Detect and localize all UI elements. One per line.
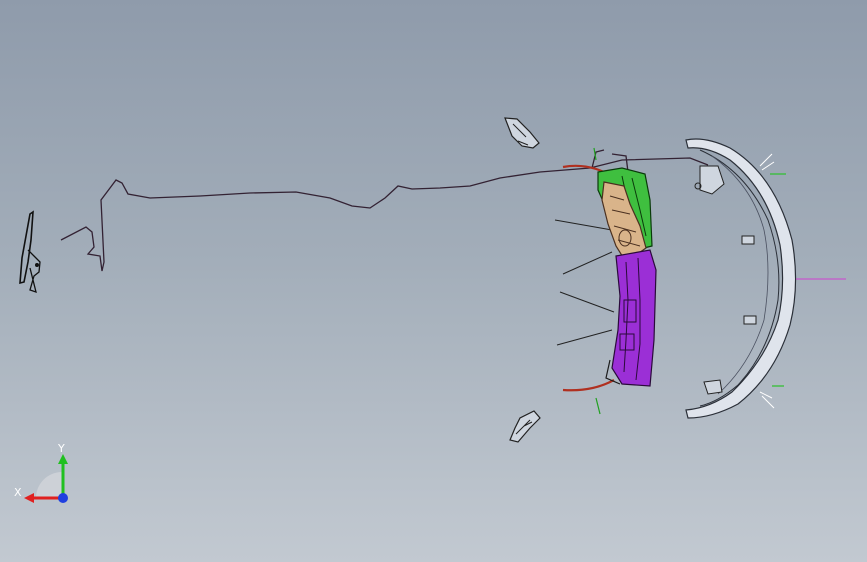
leader-lines (554, 219, 615, 346)
y-axis-label: Y (57, 442, 65, 455)
side-bracket[interactable] (19, 210, 41, 293)
z-axis-dot (58, 493, 68, 503)
assembly-model[interactable] (0, 0, 867, 562)
front-bumper-cover[interactable] (685, 138, 846, 419)
fog-lamp-upper[interactable] (504, 117, 540, 149)
graphics-viewport[interactable]: Y X (0, 0, 867, 562)
x-axis-label: X (14, 486, 22, 499)
lower-grille-bracket[interactable] (605, 249, 657, 387)
coordinate-triad-icon: Y X (14, 442, 68, 503)
fog-lamp-lower[interactable] (509, 410, 541, 443)
